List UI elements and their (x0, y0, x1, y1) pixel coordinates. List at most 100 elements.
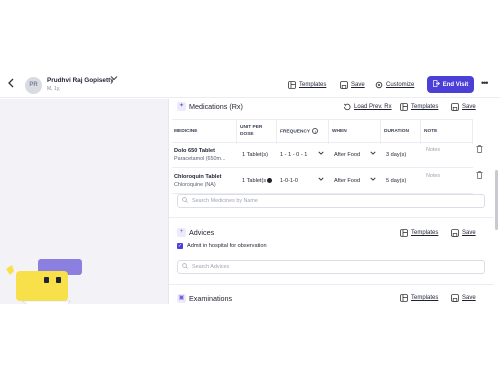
section-divider (169, 284, 494, 285)
avatar: PR (25, 77, 42, 94)
trash-icon[interactable] (476, 145, 483, 155)
column-header: NOTE (424, 129, 438, 134)
advice-search-placeholder: Search Advices (192, 264, 230, 270)
column-divider (276, 120, 277, 144)
unit-dose-value: 1 Tablet(s (242, 178, 267, 184)
medicine-cell[interactable]: Dolo 650 Tablet Paracetamol (650m... (174, 148, 236, 162)
warning-icon[interactable] (267, 178, 273, 184)
medicine-name: Chloroquin Tablet (174, 174, 222, 180)
advices-title-label: Advices (189, 228, 215, 237)
examinations-save-button[interactable]: Save (451, 294, 476, 302)
templates-button[interactable]: Templates (288, 79, 326, 91)
medicine-generic: Chloroquine (NA) (174, 182, 216, 188)
medications-templates-label: Templates (411, 104, 439, 110)
more-options-icon[interactable]: ••• (481, 78, 489, 88)
save-icon (451, 103, 459, 111)
column-divider (420, 120, 421, 144)
section-divider (169, 217, 494, 218)
back-icon[interactable] (5, 78, 17, 92)
history-icon (343, 103, 351, 111)
column-divider (328, 120, 329, 144)
note-input[interactable]: Notes (426, 173, 440, 179)
medications-save-button[interactable]: Save (451, 103, 476, 111)
frequency-input[interactable]: 1-0-1-0 (280, 178, 298, 184)
visit-header: PR Prudhvi Raj Gopisetty M, 1y, Template… (0, 72, 500, 98)
advice-search-input[interactable]: Search Advices (177, 260, 485, 274)
advice-item-label: Admit in hospital for observation (187, 243, 267, 249)
template-icon (400, 294, 408, 302)
load-prev-rx-button[interactable]: Load Prev. Rx (343, 103, 392, 111)
templates-label: Templates (299, 82, 327, 88)
table-row: Dolo 650 Tablet Paracetamol (650m... 1 T… (172, 143, 483, 168)
gear-icon (375, 81, 383, 89)
customize-button[interactable]: Customize (375, 79, 414, 91)
column-header: MEDICINE (174, 129, 198, 134)
medicine-name: Dolo 650 Tablet (174, 148, 215, 154)
trash-icon[interactable] (476, 171, 483, 181)
unit-dose-input[interactable]: 1 Tablet(s (242, 178, 273, 184)
advices-save-label: Save (462, 230, 476, 236)
mascot-illustration (4, 259, 84, 304)
save-icon (340, 81, 348, 89)
duration-input[interactable]: 3 day(s) (386, 152, 406, 158)
medicine-generic: Paracetamol (650m... (174, 156, 226, 162)
medications-title-label: Medications (Rx) (189, 102, 243, 111)
examinations-templates-label: Templates (411, 295, 439, 301)
left-pane (0, 99, 168, 304)
save-icon (451, 294, 459, 302)
chevron-down-icon[interactable] (370, 150, 376, 158)
advices-save-button[interactable]: Save (451, 229, 476, 237)
when-select[interactable]: After Food (334, 152, 360, 158)
medications-title: ✦ Medications (Rx) (177, 102, 243, 111)
medicine-search-input[interactable]: Search Medicines by Name (177, 194, 485, 208)
scrollbar[interactable] (495, 170, 498, 230)
template-icon (288, 81, 296, 89)
examinations-title: ▣ Examinations (177, 294, 232, 303)
app-frame: PR Prudhvi Raj Gopisetty M, 1y, Template… (0, 72, 500, 304)
chevron-down-icon[interactable] (318, 176, 324, 184)
save-label: Save (351, 82, 365, 88)
search-icon (182, 197, 188, 205)
info-icon[interactable]: i (312, 128, 319, 134)
frequency-input[interactable]: 1 - 1 - 0 - 1 (280, 152, 307, 158)
frequency-header-label: FREQUENCY (280, 129, 311, 135)
save-button[interactable]: Save (340, 79, 365, 91)
customize-label: Customize (386, 82, 415, 88)
end-visit-button[interactable]: End Visit (427, 76, 474, 93)
chevron-down-icon[interactable] (318, 150, 324, 158)
advices-templates-label: Templates (411, 230, 439, 236)
medicine-search-placeholder: Search Medicines by Name (192, 198, 258, 204)
end-visit-label: End Visit (442, 81, 469, 88)
column-header: UNIT PER DOSE (240, 125, 263, 137)
checkbox-checked-icon[interactable]: ✓ (177, 243, 183, 249)
unit-dose-input[interactable]: 1 Tablet(s) (242, 152, 268, 158)
load-prev-rx-label: Load Prev. Rx (354, 104, 392, 110)
template-icon (400, 103, 408, 111)
patient-name[interactable]: Prudhvi Raj Gopisetty (47, 77, 114, 84)
medicine-cell[interactable]: Chloroquin Tablet Chloroquine (NA) (174, 174, 236, 188)
note-input[interactable]: Notes (426, 147, 440, 153)
medications-templates-button[interactable]: Templates (400, 103, 438, 111)
examinations-templates-button[interactable]: Templates (400, 294, 438, 302)
duration-input[interactable]: 5 day(s) (386, 178, 406, 184)
column-divider (380, 120, 381, 144)
table-row: Chloroquin Tablet Chloroquine (NA) 1 Tab… (172, 169, 483, 194)
column-divider (236, 120, 237, 144)
chevron-down-icon[interactable] (370, 176, 376, 184)
plus-icon: + (177, 228, 186, 237)
clipboard-icon: ▣ (177, 294, 186, 303)
when-select[interactable]: After Food (334, 178, 360, 184)
advices-title: + Advices (177, 228, 214, 237)
chevron-down-icon[interactable] (110, 74, 118, 84)
search-icon (182, 263, 188, 271)
table-header: MEDICINE UNIT PER DOSE FREQUENCY i WHEN D… (172, 119, 473, 144)
template-icon (400, 229, 408, 237)
advice-item[interactable]: ✓ Admit in hospital for observation (177, 243, 267, 249)
advices-templates-button[interactable]: Templates (400, 229, 438, 237)
patient-meta: M, 1y, (47, 86, 61, 92)
column-header: WHEN (332, 129, 347, 134)
exit-icon (432, 80, 440, 89)
pill-icon: ✦ (177, 102, 186, 111)
pane-divider (168, 99, 169, 304)
column-divider (472, 120, 473, 144)
